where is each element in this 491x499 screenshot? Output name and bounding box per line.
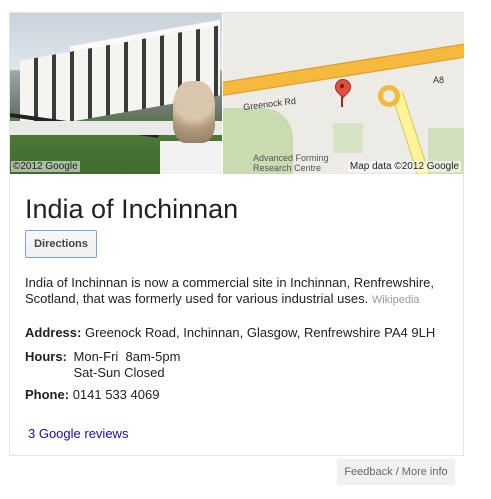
map-pin-dot xyxy=(340,84,344,88)
map-place-label: Advanced Forming Research Centre xyxy=(253,153,329,173)
phone-row: Phone: 0141 533 4069 xyxy=(25,387,159,402)
hours-weekday: Mon-Fri 8am-5pm xyxy=(73,349,181,364)
address-value: Greenock Road, Inchinnan, Glasgow, Renfr… xyxy=(84,325,436,340)
location-map[interactable]: Greenock Rd A8 Advanced Forming Research… xyxy=(223,13,464,174)
stone-pillar xyxy=(160,141,222,174)
address-label: Address: xyxy=(25,325,82,340)
hours-label: Hours: xyxy=(25,349,67,364)
dog-figure xyxy=(173,81,215,143)
hours-values: Mon-Fri 8am-5pm Sat-Sun Closed xyxy=(74,349,181,381)
feedback-button[interactable]: Feedback / More info xyxy=(337,459,455,485)
phone-label: Phone: xyxy=(25,387,70,402)
road-number-label: A8 xyxy=(433,75,445,85)
place-title: India of Inchinnan xyxy=(25,194,239,224)
hours-weekend: Sat-Sun Closed xyxy=(73,365,165,380)
place-description: India of Inchinnan is now a commercial s… xyxy=(25,275,445,308)
photo-attribution: ©2012 Google xyxy=(11,161,80,172)
reviews-link[interactable]: 3 Google reviews xyxy=(28,426,128,441)
map-attribution: Map data ©2012 Google xyxy=(347,161,461,172)
hours-row: Hours: Mon-Fri 8am-5pm Sat-Sun Closed xyxy=(25,349,180,381)
park-area xyxy=(333,123,363,153)
roundabout xyxy=(378,85,400,107)
address-row: Address: Greenock Road, Inchinnan, Glasg… xyxy=(25,325,435,340)
wikipedia-link[interactable]: Wikipedia xyxy=(372,294,420,306)
knowledge-panel: Greenock Rd A8 Advanced Forming Research… xyxy=(9,12,464,456)
place-photo[interactable] xyxy=(10,13,222,174)
directions-button[interactable]: Directions xyxy=(25,230,97,258)
phone-value: 0141 533 4069 xyxy=(72,387,160,402)
